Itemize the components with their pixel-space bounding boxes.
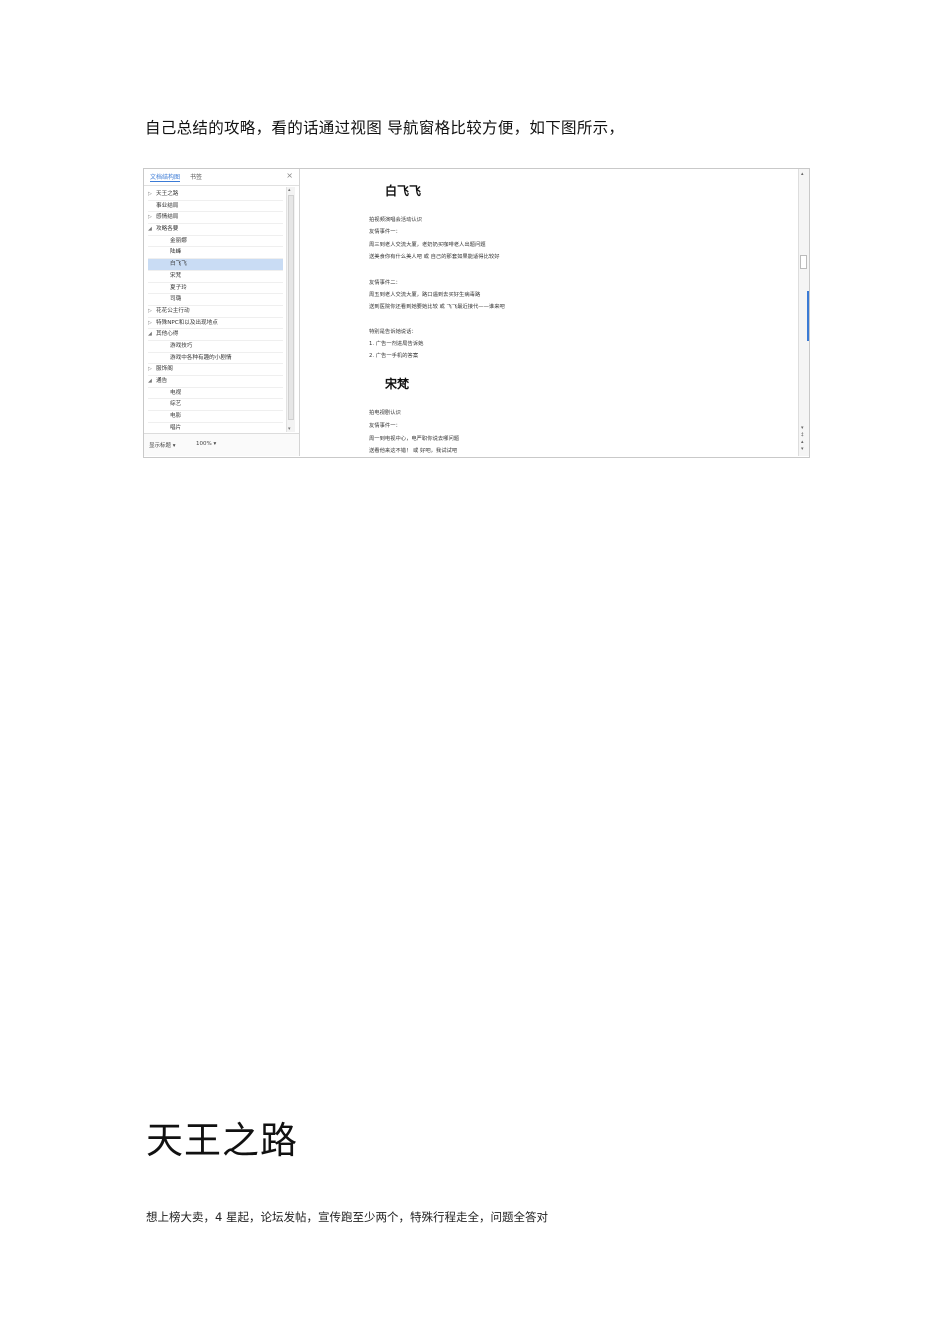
position-marker [807, 291, 809, 341]
doc-line: 送到医院你还看到她要她比较 或 飞飞最近接代——谁来吧 [369, 304, 505, 310]
scroll-down-icon[interactable]: ▾ [288, 426, 291, 432]
doc-heading-songfan: 宋梵 [385, 377, 410, 391]
doc-line: 周一到电视中心，电严职你说去哪问题 [369, 436, 460, 442]
doc-line: 送看他来这不错！ 或 好吧，我试试吧 [369, 448, 458, 454]
zoom-dropdown[interactable]: 100% ▾ [196, 441, 216, 447]
collapsed-arrow-icon[interactable]: ▷ [148, 318, 152, 329]
doc-line: 送美食你有什么美人吧 或 自己的那套如果能适得比较好 [369, 254, 500, 260]
outline-item[interactable]: 白飞飞 [148, 259, 283, 271]
prev-page-icon[interactable]: ▴ [801, 439, 804, 445]
outline-item-label: 电影 [170, 413, 182, 420]
nav-scroll-thumb[interactable] [288, 195, 294, 420]
outline-item[interactable]: 唱片 [148, 423, 283, 432]
outline-item-label: 其他心得 [156, 331, 179, 338]
outline-item-label: 综艺 [170, 401, 182, 408]
collapsed-arrow-icon[interactable]: ▷ [148, 306, 152, 317]
outline-item-label: 陆峰 [170, 249, 182, 256]
outline-item[interactable]: 游戏中各种有趣的小剧情 [148, 353, 283, 365]
next-page-icon[interactable]: ▾ [801, 446, 804, 452]
view-mode-dropdown[interactable]: 显示标题 ▾ [149, 441, 176, 449]
doc-line: 2. 广告一手机的答案 [369, 353, 419, 359]
outline-item[interactable]: ▷ 天王之路 [148, 189, 283, 201]
outline-item[interactable]: 事业结局 [148, 201, 283, 213]
doc-scroll-thumb[interactable] [800, 255, 807, 269]
outline-item-label: 白飞飞 [170, 261, 187, 268]
outline-item-label: 电视 [170, 389, 182, 396]
outline-item-label: 服饰阁 [156, 366, 173, 373]
outline-item-label: 特殊NPC和以及出现地点 [156, 319, 218, 326]
outline-item-label: 司璐 [170, 296, 182, 303]
scroll-up-icon[interactable]: ▴ [801, 171, 804, 177]
outline-item-label: 唱片 [170, 424, 182, 431]
outline-item[interactable]: ▷ 花花公主行动 [148, 306, 283, 318]
outline-tree: ▷ 天王之路事业结局 ▷ 感情结局 ◢ 攻略各要金丽娜陆峰白飞飞宋梵夏子玲司璐 ▷ 花花公主行… [148, 189, 283, 432]
outline-item[interactable]: ▷ 感情结局 [148, 212, 283, 225]
expanded-arrow-icon[interactable]: ◢ [148, 224, 152, 235]
navigation-pane: 文档结构图 书签 × ▷ 天王之路事业结局 ▷ 感情结局 ◢ 攻略各要金丽娜陆峰白飞飞宋梵… [144, 169, 300, 456]
scroll-down-icon[interactable]: ▾ [801, 425, 804, 431]
outline-item-label: 夏子玲 [170, 284, 187, 291]
doc-line: 周五到老人交流大厦，路口遇到去买好生病毒路 [369, 292, 481, 298]
outline-item[interactable]: 陆峰 [148, 247, 283, 260]
expanded-arrow-icon[interactable]: ◢ [148, 376, 152, 387]
doc-line: 友情事件一： [369, 423, 401, 429]
collapsed-arrow-icon[interactable]: ▷ [148, 212, 152, 223]
doc-line: 拍电视剧认识 [369, 410, 401, 416]
outline-item-label: 事业结局 [156, 202, 179, 209]
collapsed-arrow-icon[interactable]: ▷ [148, 189, 152, 200]
outline-item-label: 宋梵 [170, 272, 182, 279]
doc-line: 友情事件一： [369, 229, 401, 235]
body-paragraph: 想上榜大卖，4 星起，论坛发帖，宣传跑至少两个，特殊行程走全，问题全答对 [146, 1210, 548, 1224]
outline-item[interactable]: 夏子玲 [148, 283, 283, 295]
navigation-pane-screenshot: 文档结构图 书签 × ▷ 天王之路 事业结局 ▷ 感情结局 ◢ 攻略各要 金丽娜 陆峰 白飞飞 宋梵… [143, 168, 810, 458]
tab-outline[interactable]: 文档结构图 [150, 172, 181, 182]
outline-item-label: 花花公主行动 [156, 307, 190, 314]
collapsed-arrow-icon[interactable]: ▷ [148, 364, 152, 375]
tab-bookmarks[interactable]: 书签 [190, 172, 202, 181]
outline-item-label: 感情结局 [156, 214, 179, 221]
outline-item[interactable]: ▷ 特殊NPC和以及出现地点 [148, 318, 283, 330]
expanded-arrow-icon[interactable]: ◢ [148, 329, 152, 340]
doc-line: 拍视频演唱会活动认识 [369, 217, 422, 223]
outline-item[interactable]: ◢ 其他心得 [148, 329, 283, 341]
scroll-up-icon[interactable]: ▴ [288, 187, 291, 193]
outline-item-label: 金丽娜 [170, 237, 187, 244]
nav-tabs: 文档结构图 书签 × [144, 169, 299, 186]
nav-scrollbar[interactable]: ▴ ▾ [286, 187, 295, 432]
doc-line: 特别是告诉她说话： [369, 329, 417, 335]
intro-paragraph: 自己总结的攻略，看的话通过视图 导航窗格比较方便，如下图所示， [145, 119, 625, 137]
section-heading: 天王之路 [146, 1119, 298, 1162]
doc-line: 友情事件二： [369, 280, 401, 286]
outline-item-label: 天王之路 [156, 191, 179, 197]
outline-item[interactable]: 游戏技巧 [148, 341, 283, 353]
outline-item-label: 游戏中各种有趣的小剧情 [170, 354, 232, 361]
outline-item[interactable]: 司璐 [148, 294, 283, 306]
outline-item[interactable]: ◢ 攻略各要 [148, 224, 283, 236]
doc-line: 1. 广告一剂进局告诉她 [369, 341, 424, 347]
document-scrollbar[interactable]: ▴ ▾ ‡ ▴ ▾ [798, 169, 809, 456]
outline-item[interactable]: 电视 [148, 388, 283, 400]
outline-item[interactable]: 综艺 [148, 399, 283, 412]
outline-item[interactable]: 金丽娜 [148, 236, 283, 248]
outline-item-label: 攻略各要 [156, 226, 179, 233]
outline-item[interactable]: 电影 [148, 411, 283, 423]
doc-line: 周三到老人交流大厦，老奶奶买咖啡老人出题问题 [369, 242, 486, 248]
doc-heading-baifeifei: 白飞飞 [385, 184, 422, 198]
outline-item[interactable]: ▷ 服饰阁 [148, 364, 283, 376]
outline-item-label: 通告 [156, 378, 168, 384]
outline-item[interactable]: 宋梵 [148, 271, 283, 283]
outline-item-label: 游戏技巧 [170, 342, 193, 349]
close-icon[interactable]: × [286, 171, 293, 180]
outline-item[interactable]: ◢ 通告 [148, 376, 283, 388]
nav-bottom-bar: 显示标题 ▾ 100% ▾ [144, 433, 299, 456]
document-page: 白飞飞 拍视频演唱会活动认识 友情事件一： 周三到老人交流大厦，老奶奶买咖啡老人… [312, 169, 792, 456]
page-nav-icon[interactable]: ‡ [801, 432, 804, 438]
